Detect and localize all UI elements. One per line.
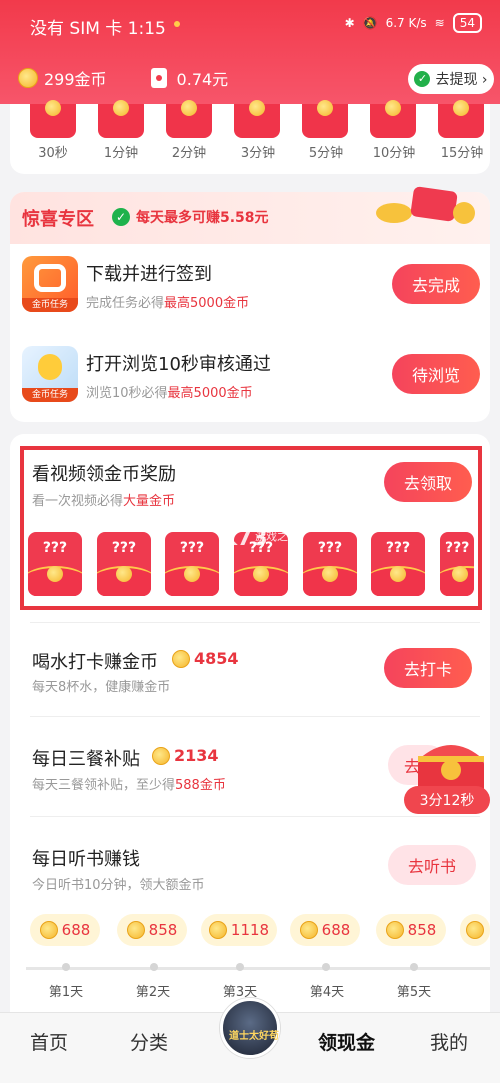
tab-center-video[interactable]: 道士太好苟 [220,998,280,1058]
checkin-reward [460,914,490,946]
status-bar: 没有 SIM 卡 1:15 ✱ 🔕 6.7 K/s ≋ 54 [0,0,500,52]
bluetooth-icon: ✱ [344,16,355,30]
checkin-day: 第1天 [48,985,84,1000]
notification-dot [174,21,180,27]
checkin-reward: 1118 [201,914,277,946]
video-envelope[interactable]: ??? [165,532,219,596]
surprise-subtitle: ✓ 每天最多可赚5.58元 [112,207,269,227]
balance-row: 299金币 0.74元 [18,66,228,90]
timeline-envelope[interactable] [30,100,76,138]
checkin-day: 第2天 [135,985,171,1000]
task-title: 下载并进行签到 [86,264,212,285]
checkin-dot [322,963,330,971]
task-title: 喝水打卡赚金币 [32,652,158,673]
video-envelope[interactable]: ??? [97,532,151,596]
checkin-reward: 858 [117,914,187,946]
check-in-water-button[interactable]: 去打卡 [384,648,472,688]
task-subtitle: 浏览10秒必得最高5000金币 [86,386,253,401]
divider [30,716,480,717]
timeline-label: 3分钟 [240,146,276,161]
checkin-day: 第3天 [222,985,258,1000]
complete-task-button[interactable]: 去完成 [392,264,480,304]
task-subtitle: 今日听书10分钟，领大额金币 [32,878,205,893]
tab-mine[interactable]: 我的 [430,1028,468,1055]
task-subtitle: 每天三餐领补贴，至少得588金币 [32,778,226,793]
checkin-dot [410,963,418,971]
video-envelope[interactable]: ??? [371,532,425,596]
checkin-track [26,967,490,970]
kuaishou-app-icon: 金币任务 [22,256,78,312]
tab-category[interactable]: 分类 [130,1028,168,1055]
task-points: 2134 [152,746,219,765]
network-speed: 6.7 K/s [385,16,427,30]
wechat-check-icon: ✓ [112,208,130,226]
checkin-reward: 858 [376,914,446,946]
checkin-dot [236,963,244,971]
timeline-envelope[interactable] [438,100,484,138]
video-envelope[interactable]: ??? [28,532,82,596]
timeline-envelope[interactable] [234,100,280,138]
checkin-dot [62,963,70,971]
timeline-label: 10分钟 [372,146,416,161]
video-envelope[interactable]: ??? [303,532,357,596]
divider [30,622,480,623]
coin-balance: 299金币 [44,70,107,89]
coin-icon [152,746,170,765]
task-badge: 金币任务 [22,388,78,402]
timeline-envelope[interactable] [370,100,416,138]
timeline-envelope[interactable] [98,100,144,138]
task-points: 4854 [172,649,239,668]
timeline-label: 2分钟 [171,146,207,161]
coin-icon [172,649,190,668]
task-subtitle: 每天8杯水，健康赚金币 [32,680,171,695]
task-title: 每日听书赚钱 [32,849,140,870]
checkin-reward: 688 [290,914,360,946]
tab-home[interactable]: 首页 [30,1028,68,1055]
surprise-title: 惊喜专区 [22,209,94,230]
timeline-label: 15分钟 [440,146,484,161]
mute-icon: 🔕 [362,16,378,30]
tab-cash[interactable]: 领现金 [318,1028,375,1055]
center-tab-label: 道士太好苟 [229,1031,279,1042]
task-subtitle: 完成任务必得最高5000金币 [86,296,250,311]
checkin-day: 第4天 [309,985,345,1000]
claim-video-reward-button[interactable]: 去领取 [384,462,472,502]
cash-balance: 0.74元 [176,70,229,89]
timeline-envelope[interactable] [302,100,348,138]
task-badge: 金币任务 [22,298,78,312]
video-reward-title: 看视频领金币奖励 [32,464,176,485]
browse-task-icon: 金币任务 [22,346,78,402]
divider [30,816,480,817]
coin-icon [18,68,38,88]
battery-icon: 54 [452,13,482,33]
listen-book-button[interactable]: 去听书 [388,845,476,885]
withdraw-label: 去提现 › [435,72,488,88]
withdraw-button[interactable]: ✓ 去提现 › [408,64,494,94]
wechat-check-icon: ✓ [414,71,431,87]
timeline-label: 1分钟 [103,146,139,161]
task-title: 打开浏览10秒审核通过 [86,354,271,375]
timeline-envelopes [30,100,484,138]
video-reward-subtitle: 看一次视频必得大量金币 [32,494,176,509]
timeline-label: 30秒 [38,146,68,161]
gift-envelopes-icon [376,186,475,224]
browse-task-button[interactable]: 待浏览 [392,354,480,394]
chest-countdown: 3分12秒 [404,786,490,814]
watermark-site: 游戏之家 [255,530,299,543]
carrier-time: 没有 SIM 卡 1:15 [30,19,166,39]
checkin-day: 第5天 [396,985,432,1000]
wifi-icon: ≋ [434,16,445,30]
red-packet-icon [150,68,167,88]
video-envelope[interactable]: ??? [440,532,474,596]
checkin-dot [150,963,158,971]
task-title: 每日三餐补贴 [32,749,140,770]
timeline-label: 5分钟 [308,146,344,161]
checkin-reward: 688 [30,914,100,946]
timeline-envelope[interactable] [166,100,212,138]
